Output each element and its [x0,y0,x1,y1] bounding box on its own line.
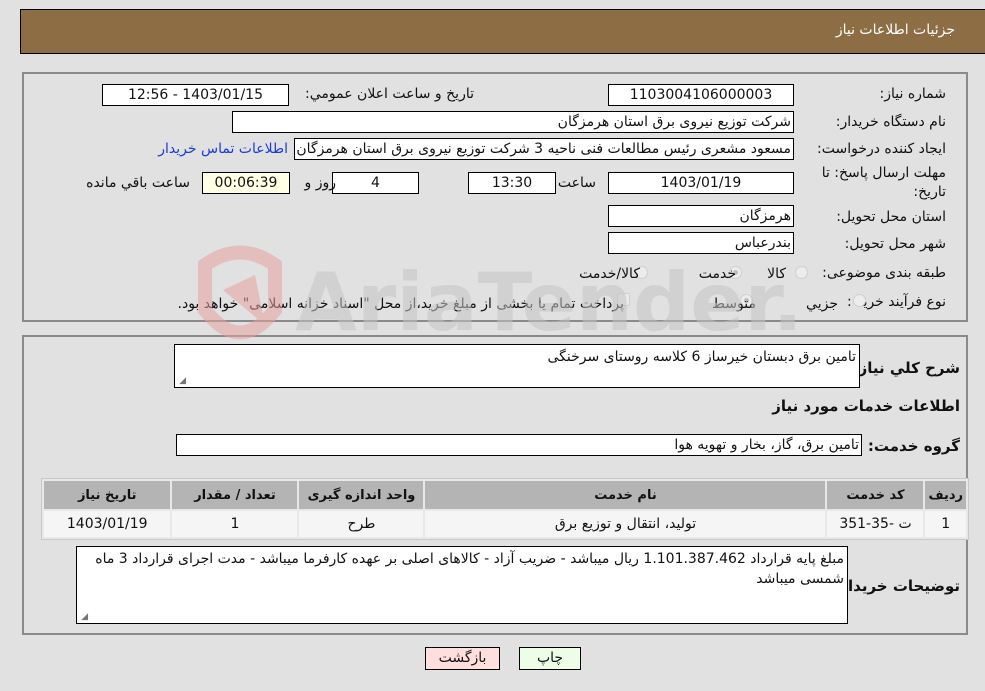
requester-field: مسعود مشعری رئیس مطالعات فنی ناحیه 3 شرک… [294,138,794,160]
buyer-notes-label: توضيحات خريدار: [833,577,960,595]
page-title: جزئیات اطلاعات نیاز [835,22,955,38]
general-desc-text: تامین برق دبستان خیرساز 6 کلاسه روستای س… [547,349,856,365]
col-need-date: تاريخ نياز [44,481,171,509]
category-option-service: خدمت [698,266,736,282]
delivery-province-label: استان محل تحويل: [836,209,946,225]
announce-datetime-field: 1403/01/15 - 12:56 [102,84,289,106]
need-info-panel: شماره نیاز: 1103004106000003 تاريخ و ساع… [22,72,968,322]
deadline-date-field: 1403/01/19 [608,172,794,194]
delivery-province-field: هرمزگان [608,205,794,227]
buyer-org-field: شرکت توزیع نیروی برق استان هرمزگان [232,111,794,133]
delivery-city-label: شهر محل تحويل: [844,236,946,252]
general-desc-textarea[interactable]: تامین برق دبستان خیرساز 6 کلاسه روستای س… [174,344,860,388]
days-label: روز و [304,175,337,191]
days-remaining-field: 4 [332,172,419,194]
category-label: طبقه بندی موضوعی: [822,265,946,281]
cell-unit: طرح [299,511,424,537]
need-number-field: 1103004106000003 [608,84,794,106]
resize-grip-icon[interactable]: ◢ [79,613,88,622]
col-unit: واحد اندازه گيری [299,481,424,509]
cell-quantity: 1 [172,511,298,537]
print-button[interactable]: چاپ [519,647,581,670]
col-quantity: تعداد / مقدار [172,481,298,509]
service-group-field: تامین برق، گاز، بخار و تهویه هوا [176,434,862,456]
back-button[interactable]: بازگشت [425,647,500,670]
services-table: رديف کد خدمت نام خدمت واحد اندازه گيری ت… [41,478,969,540]
buyer-notes-text: مبلغ پایه قرارداد 1.101.387.462 ریال میب… [95,551,844,587]
announce-datetime-label: تاريخ و ساعت اعلان عمومي: [305,86,474,102]
services-heading: اطلاعات خدمات مورد نیاز [772,397,960,415]
category-radio-goods[interactable] [795,266,808,279]
col-row-number: رديف [925,481,966,509]
deadline-label: مهلت ارسال پاسخ: تا تاريخ: [821,165,946,200]
table-row: 1 ت -35-351 تولید، انتقال و توزیع برق طر… [44,511,966,537]
general-desc-label: شرح کلي نياز: [852,359,960,377]
cell-service-name: تولید، انتقال و توزیع برق [425,511,826,537]
purchase-option-minor: جزيي [806,296,838,312]
cell-row-number: 1 [925,511,966,537]
table-header-row: رديف کد خدمت نام خدمت واحد اندازه گيری ت… [44,481,966,509]
buyer-contact-link[interactable]: اطلاعات تماس خريدار [158,141,288,157]
time-remaining-label: ساعت باقي مانده [86,175,190,191]
col-service-name: نام خدمت [425,481,826,509]
cell-need-date: 1403/01/19 [44,511,171,537]
delivery-city-field: بندرعباس [608,232,794,254]
buyer-notes-textarea[interactable]: مبلغ پایه قرارداد 1.101.387.462 ریال میب… [76,546,848,624]
requester-label: ايجاد کننده درخواست: [817,141,946,157]
page-header: جزئیات اطلاعات نیاز [20,9,985,54]
purchase-radio-minor[interactable] [853,294,866,307]
deadline-time-label: ساعت [557,175,596,191]
resize-grip-icon[interactable]: ◢ [177,377,186,386]
need-details-panel: شرح کلي نياز: تامین برق دبستان خیرساز 6 … [22,335,969,635]
deadline-time-field: 13:30 [468,172,556,194]
category-option-goods: کالا [767,266,786,282]
buyer-org-label: نام دستگاه خريدار: [835,114,946,130]
time-remaining-field: 00:06:39 [202,172,290,194]
need-number-label: شماره نیاز: [879,86,947,102]
col-service-code: کد خدمت [827,481,924,509]
service-group-label: گروه خدمت: [867,437,960,455]
cell-service-code: ت -35-351 [827,511,924,537]
purchase-option-medium: متوسط [712,296,756,312]
treasury-note: پرداخت تمام يا بخشی از مبلغ خريد،از محل … [177,296,624,312]
category-option-goods-service: کالا/خدمت [579,266,640,282]
